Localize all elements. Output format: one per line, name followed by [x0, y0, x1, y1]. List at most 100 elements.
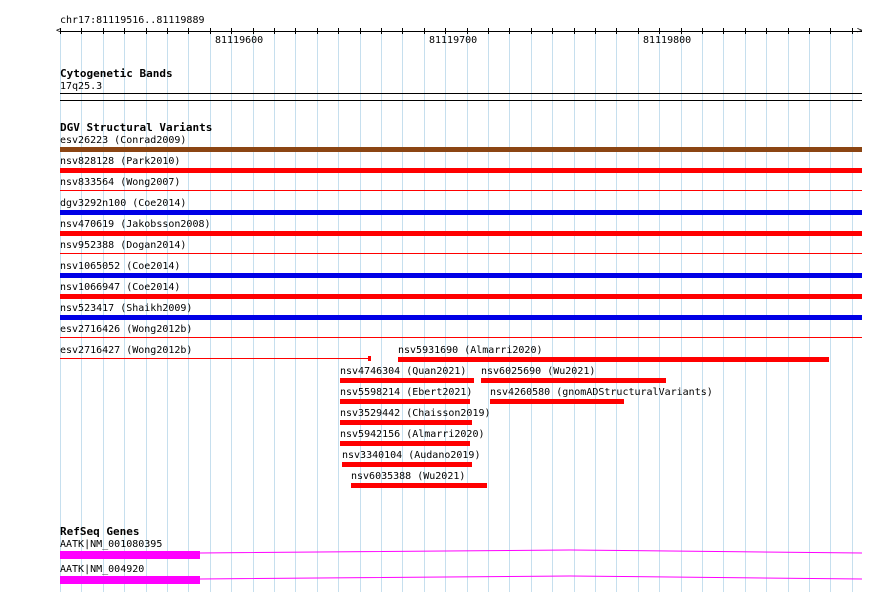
ruler-axis	[60, 31, 862, 32]
variant-label: esv26223 (Conrad2009)	[60, 135, 187, 146]
ruler-tick	[103, 28, 104, 34]
ruler-tick	[146, 28, 147, 34]
variant-label: nsv833564 (Wong2007)	[60, 177, 181, 188]
ruler-tick	[681, 28, 682, 34]
ruler-tick	[81, 28, 82, 34]
variant-label: nsv6025690 (Wu2021)	[481, 366, 596, 377]
variant-bar[interactable]	[60, 231, 862, 236]
dgv-track-title[interactable]: DGV Structural Variants	[60, 122, 212, 134]
gene-intron[interactable]	[200, 549, 862, 557]
variant-label: nsv828128 (Park2010)	[60, 156, 181, 167]
variant-label: nsv470619 (Jakobsson2008)	[60, 219, 211, 230]
variant-bar[interactable]	[60, 210, 862, 215]
variant-bar[interactable]	[60, 337, 862, 338]
ruler-tick	[488, 28, 489, 34]
variant-bar[interactable]	[60, 168, 862, 173]
ruler-tick	[766, 28, 767, 34]
variant-bar[interactable]	[60, 273, 862, 278]
grid-line	[424, 30, 425, 592]
grid-line	[616, 30, 617, 592]
variant-label: nsv5598214 (Ebert2021)	[340, 387, 473, 398]
grid-line	[745, 30, 746, 592]
variant-bar[interactable]	[60, 190, 862, 191]
variant-label: esv2716426 (Wong2012b)	[60, 324, 193, 335]
ruler-tick	[317, 28, 318, 34]
ruler-tick	[210, 28, 211, 34]
ruler-tick	[295, 28, 296, 34]
ruler-tick	[595, 28, 596, 34]
ruler-tick	[852, 28, 853, 34]
grid-line	[445, 30, 446, 592]
grid-line	[681, 30, 682, 592]
grid-line	[253, 30, 254, 592]
gene-label: AATK|NM_004920	[60, 564, 145, 575]
variant-bar[interactable]	[342, 462, 472, 467]
ruler-tick	[381, 28, 382, 34]
variant-label: nsv5931690 (Almarri2020)	[398, 345, 543, 356]
variant-bar[interactable]	[340, 399, 470, 404]
gene-intron[interactable]	[200, 574, 862, 582]
grid-line	[574, 30, 575, 592]
variant-label: nsv6035388 (Wu2021)	[351, 471, 466, 482]
grid-line	[552, 30, 553, 592]
grid-line	[659, 30, 660, 592]
variant-bar[interactable]	[60, 253, 862, 254]
grid-line	[210, 30, 211, 592]
variant-label: nsv1065052 (Coe2014)	[60, 261, 181, 272]
gene-exon[interactable]	[60, 576, 200, 584]
ruler-tick	[188, 28, 189, 34]
ruler-tick	[723, 28, 724, 34]
grid-line	[231, 30, 232, 592]
variant-bar[interactable]	[340, 378, 474, 383]
variant-bar[interactable]	[351, 483, 487, 488]
grid-line	[830, 30, 831, 592]
genome-browser-panel: chr17:81119516..81119889 < > 81119600 81…	[0, 0, 890, 592]
cytoband-label: 17q25.3	[60, 81, 103, 92]
variant-bar[interactable]	[340, 420, 472, 425]
refseq-track-title[interactable]: RefSeq Genes	[60, 526, 139, 538]
ruler-tick	[638, 28, 639, 34]
ruler-tick	[445, 28, 446, 34]
cytoband-bar[interactable]	[60, 93, 862, 94]
grid-line	[402, 30, 403, 592]
variant-label: nsv4746304 (Quan2021)	[340, 366, 467, 377]
variant-bar[interactable]	[398, 357, 829, 362]
ruler-tick	[702, 28, 703, 34]
ruler-tick	[274, 28, 275, 34]
variant-label: nsv4260580 (gnomADStructuralVariants)	[490, 387, 713, 398]
grid-line	[317, 30, 318, 592]
ruler-tick	[531, 28, 532, 34]
ruler-tick	[402, 28, 403, 34]
ruler-tick	[574, 28, 575, 34]
grid-line	[467, 30, 468, 592]
grid-line	[531, 30, 532, 592]
grid-line	[338, 30, 339, 592]
grid-line	[809, 30, 810, 592]
ruler-tick	[509, 28, 510, 34]
variant-label: nsv3340104 (Audano2019)	[342, 450, 481, 461]
variant-bar[interactable]	[60, 294, 862, 299]
variant-label: nsv5942156 (Almarri2020)	[340, 429, 485, 440]
variant-bar-end[interactable]	[368, 356, 371, 361]
variant-label: dgv3292n100 (Coe2014)	[60, 198, 187, 209]
ruler-tick	[253, 28, 254, 34]
cytoband-track-title[interactable]: Cytogenetic Bands	[60, 68, 173, 80]
gene-label: AATK|NM_001080395	[60, 539, 163, 550]
ruler-tick	[124, 28, 125, 34]
variant-bar[interactable]	[60, 315, 862, 320]
ruler-tick	[616, 28, 617, 34]
variant-bar[interactable]	[481, 378, 666, 383]
ruler-tick	[360, 28, 361, 34]
ruler-tick	[745, 28, 746, 34]
variant-label: esv2716427 (Wong2012b)	[60, 345, 193, 356]
gene-exon[interactable]	[60, 551, 200, 559]
ruler-tick	[424, 28, 425, 34]
ruler-tick	[788, 28, 789, 34]
ruler-tick	[659, 28, 660, 34]
variant-label: nsv1066947 (Coe2014)	[60, 282, 181, 293]
locus-label: chr17:81119516..81119889	[60, 15, 205, 26]
variant-bar[interactable]	[60, 358, 370, 359]
variant-bar[interactable]	[490, 399, 624, 404]
variant-bar[interactable]	[60, 147, 862, 152]
variant-bar[interactable]	[340, 441, 470, 446]
